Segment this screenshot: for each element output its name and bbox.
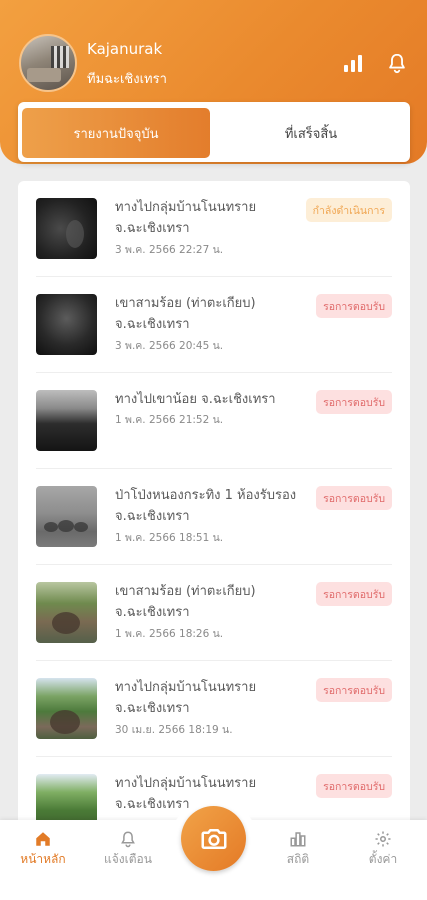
list-item[interactable]: ทางไปกลุ่มบ้านโนนทราย จ.ฉะเชิงเทรา 30 เม…: [36, 661, 392, 757]
report-thumbnail: [36, 390, 97, 451]
report-date: 3 พ.ค. 2566 22:27 น.: [115, 244, 224, 256]
report-thumbnail: [36, 582, 97, 643]
tab-completed-reports[interactable]: ที่เสร็จสิ้น: [216, 108, 406, 158]
report-title: ทางไปเขาน้อย จ.ฉะเชิงเทรา: [115, 392, 276, 407]
report-date: 1 พ.ค. 2566 18:51 น.: [115, 532, 224, 544]
tab-current-reports[interactable]: รายงานปัจจุบัน: [22, 108, 210, 158]
nav-alerts-label: แจ้งเตือน: [104, 852, 152, 866]
team-name: ทีมฉะเชิงเทรา: [87, 72, 167, 87]
nav-alerts[interactable]: แจ้งเตือน: [93, 828, 163, 869]
report-title: ทางไปกลุ่มบ้านโนนทราย จ.ฉะเชิงเทรา: [115, 680, 257, 716]
list-item[interactable]: ทางไปเขาน้อย จ.ฉะเชิงเทรา 1 พ.ค. 2566 21…: [36, 373, 392, 469]
list-item[interactable]: เขาสามร้อย (ท่าตะเกียบ) จ.ฉะเชิงเทรา 1 พ…: [36, 565, 392, 661]
report-date: 1 พ.ค. 2566 18:26 น.: [115, 628, 224, 640]
status-badge: รอการตอบรับ: [316, 390, 392, 414]
status-badge: กำลังดำเนินการ: [305, 198, 392, 222]
report-date: 30 เม.ย. 2566 18:19 น.: [115, 724, 233, 736]
camera-button[interactable]: [181, 806, 246, 871]
report-title: เขาสามร้อย (ท่าตะเกียบ) จ.ฉะเชิงเทรา: [115, 584, 256, 620]
status-badge: รอการตอบรับ: [316, 294, 392, 318]
nav-home[interactable]: หน้าหลัก: [8, 828, 78, 869]
status-badge: รอการตอบรับ: [316, 678, 392, 702]
report-tabs: รายงานปัจจุบัน ที่เสร็จสิ้น: [18, 102, 410, 162]
gear-icon: [348, 828, 418, 850]
report-list: ทางไปกลุ่มบ้านโนนทราย จ.ฉะเชิงเทรา 3 พ.ค…: [18, 181, 410, 900]
nav-stats[interactable]: สถิติ: [263, 828, 333, 869]
report-date: 1 พ.ค. 2566 21:52 น.: [115, 414, 224, 426]
list-item[interactable]: ป่าโป่งหนองกระทิง 1 ห้องรับรอง จ.ฉะเชิงเ…: [36, 469, 392, 565]
bell-icon: [93, 828, 163, 850]
nav-stats-label: สถิติ: [286, 852, 310, 866]
report-thumbnail: [36, 486, 97, 547]
home-icon: [8, 828, 78, 850]
report-title: ป่าโป่งหนองกระทิง 1 ห้องรับรอง จ.ฉะเชิงเ…: [115, 488, 297, 524]
report-thumbnail: [36, 198, 97, 259]
list-item[interactable]: ทางไปกลุ่มบ้านโนนทราย จ.ฉะเชิงเทรา 3 พ.ค…: [36, 181, 392, 277]
report-date: 3 พ.ค. 2566 20:45 น.: [115, 340, 224, 352]
signal-icon[interactable]: [344, 54, 364, 72]
status-badge: รอการตอบรับ: [316, 582, 392, 606]
bell-icon[interactable]: [386, 52, 408, 74]
nav-home-label: หน้าหลัก: [20, 852, 66, 866]
nav-settings[interactable]: ตั้งค่า: [348, 828, 418, 869]
report-title: ทางไปกลุ่มบ้านโนนทราย จ.ฉะเชิงเทรา: [115, 200, 257, 236]
stats-icon: [263, 828, 333, 850]
username: Kajanurak: [87, 40, 163, 58]
status-badge: รอการตอบรับ: [316, 486, 392, 510]
camera-icon: [201, 828, 226, 849]
report-thumbnail: [36, 294, 97, 355]
report-thumbnail: [36, 678, 97, 739]
avatar[interactable]: [19, 34, 77, 92]
list-item[interactable]: เขาสามร้อย (ท่าตะเกียบ) จ.ฉะเชิงเทรา 3 พ…: [36, 277, 392, 373]
status-badge: รอการตอบรับ: [316, 774, 392, 798]
nav-settings-label: ตั้งค่า: [368, 852, 398, 866]
report-title: เขาสามร้อย (ท่าตะเกียบ) จ.ฉะเชิงเทรา: [115, 296, 256, 332]
